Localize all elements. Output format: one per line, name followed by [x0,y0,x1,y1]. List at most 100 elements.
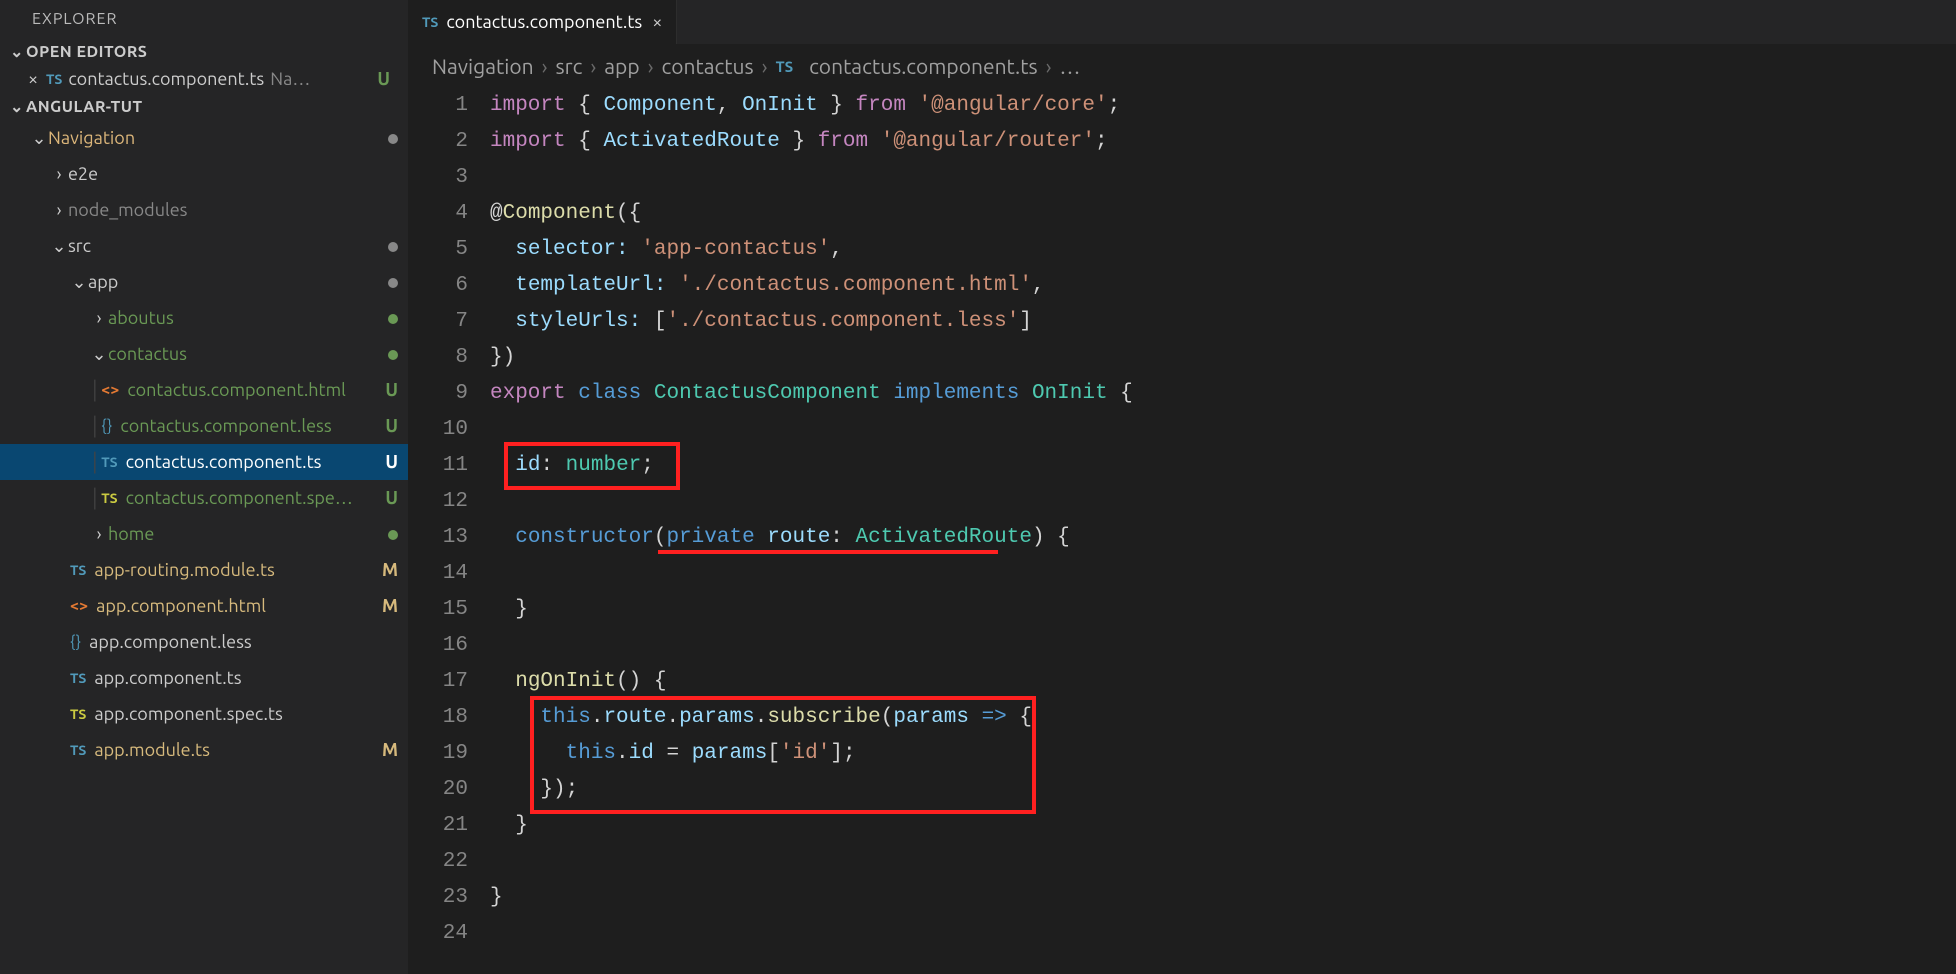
code-token: , [1032,274,1045,297]
tree-folder[interactable]: ›e2e [0,156,408,192]
git-status-badge: M [382,596,398,616]
tree-folder[interactable]: ›home [0,516,408,552]
code-token [755,526,768,549]
code-line[interactable] [490,844,1956,880]
breadcrumbs[interactable]: Navigation›src›app›contactus›TScontactus… [408,44,1956,88]
code-token: = [654,742,692,765]
code-line[interactable] [490,628,1956,664]
breadcrumb-segment[interactable]: app [604,54,639,78]
close-icon[interactable]: × [28,69,46,89]
breadcrumb-separator: › [590,54,596,78]
code-line[interactable]: import { ActivatedRoute } from '@angular… [490,124,1956,160]
code-line[interactable]: this.route.params.subscribe(params => { [490,700,1956,736]
git-status-badge [388,308,398,328]
code-token: this [540,706,590,729]
chevron-down-icon: ⌄ [8,42,26,61]
code-token: route [767,526,830,549]
code-line[interactable]: } [490,808,1956,844]
tree-file[interactable]: TSapp.component.ts [0,660,408,696]
code-line[interactable] [490,160,1956,196]
line-number: 1 [408,88,468,124]
code-token: { [1108,382,1133,405]
code-line[interactable]: }) [490,340,1956,376]
code-token: OnInit [742,94,818,117]
code-token: }); [490,778,578,801]
chevron-right-icon: › [90,524,108,544]
code-token: id [629,742,654,765]
breadcrumb-segment[interactable]: contactus.component.ts [809,54,1038,78]
tree-file[interactable]: │ {}contactus.component.lessU [0,408,408,444]
workspace-header[interactable]: ⌄ ANGULAR-TUT [0,93,408,120]
code-line[interactable]: styleUrls: ['./contactus.component.less'… [490,304,1956,340]
code-line[interactable]: this.id = params['id']; [490,736,1956,772]
chevron-down-icon: ⌄ [70,272,88,293]
code-line[interactable]: ngOnInit() { [490,664,1956,700]
code-line[interactable]: constructor(private route: ActivatedRout… [490,520,1956,556]
tree-folder[interactable]: ⌄app [0,264,408,300]
code-line[interactable] [490,556,1956,592]
open-editor-item[interactable]: × TS contactus.component.ts Na… U [0,65,408,93]
code-token [490,238,515,261]
tree-file[interactable]: │ TScontactus.component.tsU [0,444,408,480]
close-icon[interactable]: × [652,12,662,32]
tree-item-label: app.module.ts [94,740,210,760]
code-token: } [818,94,856,117]
open-editors-header[interactable]: ⌄ OPEN EDITORS [0,38,408,65]
tree-file[interactable]: TSapp.module.tsM [0,732,408,768]
code-token [490,670,515,693]
chevron-right-icon: › [90,308,108,328]
code-token [969,706,982,729]
code-token [881,382,894,405]
breadcrumb-separator: › [648,54,654,78]
code-line[interactable]: import { Component, OnInit } from '@angu… [490,88,1956,124]
git-status-badge: U [385,488,398,508]
breadcrumb-segment[interactable]: src [556,54,583,78]
code-token: selector: [515,238,628,261]
code-line[interactable] [490,412,1956,448]
tree-file[interactable]: │ <>contactus.component.htmlU [0,372,408,408]
breadcrumb-segment[interactable]: … [1060,54,1081,78]
tree-item-label: aboutus [108,308,174,328]
code-line[interactable]: selector: 'app-contactus', [490,232,1956,268]
code-token: 'id' [780,742,830,765]
tree-folder[interactable]: ›node_modules [0,192,408,228]
code-line[interactable]: } [490,592,1956,628]
breadcrumb-segment[interactable]: Navigation [432,54,534,78]
tree-folder[interactable]: ⌄contactus [0,336,408,372]
tree-file[interactable]: TSapp-routing.module.tsM [0,552,408,588]
tree-file[interactable]: TSapp.component.spec.ts [0,696,408,732]
git-status-badge: M [382,560,398,580]
breadcrumb-separator: › [1046,54,1052,78]
code-line[interactable]: templateUrl: './contactus.component.html… [490,268,1956,304]
code-line[interactable]: } [490,880,1956,916]
code-token: ] [1019,310,1032,333]
tree-folder[interactable]: ›aboutus [0,300,408,336]
line-number: 16 [408,628,468,664]
code-token: => [982,706,1007,729]
tree-file[interactable]: {}app.component.less [0,624,408,660]
line-number: 4 [408,196,468,232]
tree-file[interactable]: <>app.component.htmlM [0,588,408,624]
code-content[interactable]: import { Component, OnInit } from '@angu… [490,88,1956,974]
breadcrumb-segment[interactable]: contactus [662,54,754,78]
code-token: params [679,706,755,729]
tree-folder[interactable]: ⌄Navigation [0,120,408,156]
code-token [490,706,540,729]
git-status-badge [388,128,398,148]
code-token: { [1007,706,1032,729]
editor-tab[interactable]: TS contactus.component.ts × [408,0,677,44]
code-token: ActivatedRoute [856,526,1032,549]
tree-folder[interactable]: ⌄src [0,228,408,264]
code-token: params [692,742,768,765]
tree-file[interactable]: │ TScontactus.component.spe…U [0,480,408,516]
typescript-icon: TS [101,454,117,470]
code-line[interactable] [490,484,1956,520]
code-line[interactable] [490,916,1956,952]
code-line[interactable]: id: number; [490,448,1956,484]
code-line[interactable]: }); [490,772,1956,808]
code-token: , [717,94,742,117]
code-line[interactable]: @Component({ [490,196,1956,232]
typescript-test-icon: TS [101,490,117,506]
code-line[interactable]: export class ContactusComponent implemen… [490,376,1956,412]
code-editor[interactable]: 123456789101112131415161718192021222324 … [408,88,1956,974]
